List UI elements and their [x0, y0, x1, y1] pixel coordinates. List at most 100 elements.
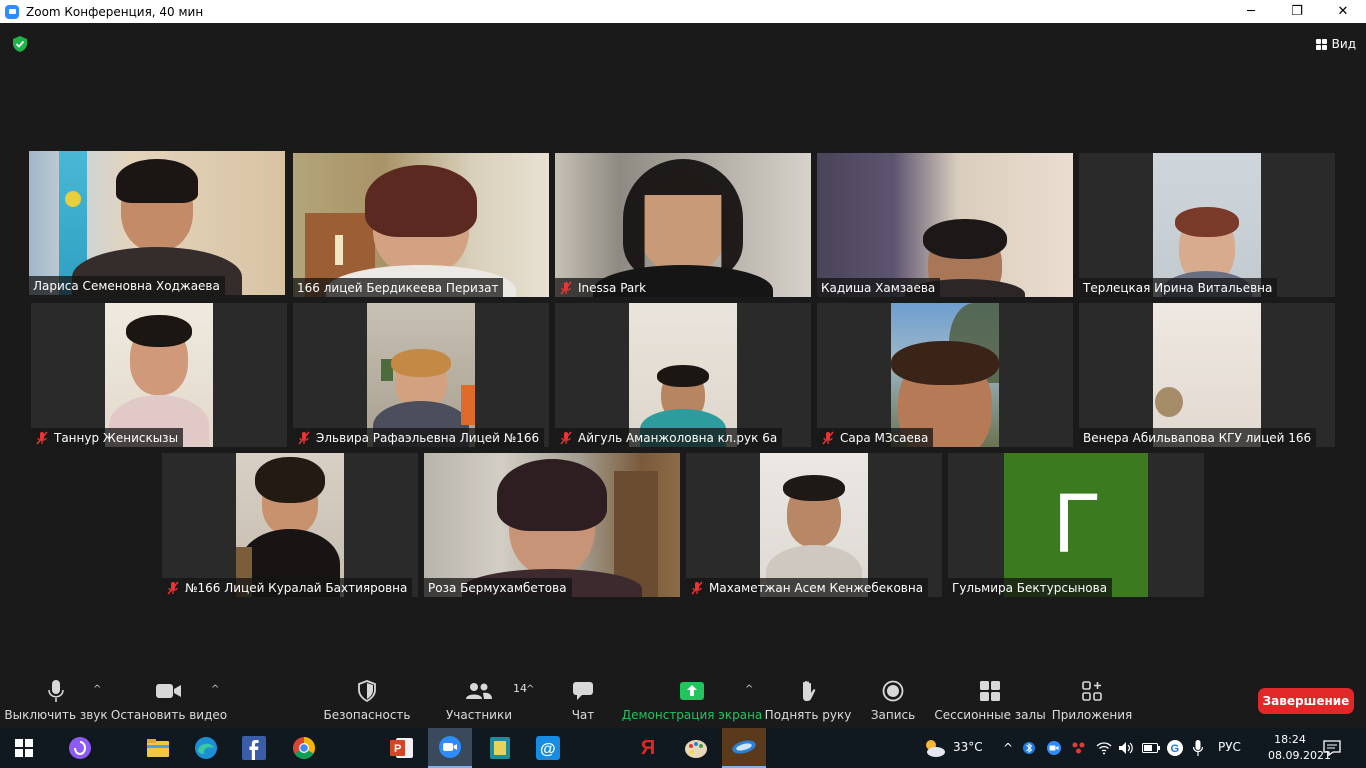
participant-tile[interactable]: Эльвира Рафаэльевна Лицей №166: [293, 303, 549, 447]
view-button[interactable]: Вид: [1315, 35, 1356, 53]
participant-video: [817, 153, 1073, 297]
microphone-tray-icon[interactable]: [1188, 736, 1208, 760]
participant-name-label: Кадиша Хамзаева: [817, 278, 941, 297]
security-button[interactable]: Безопасность: [324, 676, 411, 728]
mic-muted-icon: [298, 431, 310, 444]
participant-video: [1153, 153, 1261, 297]
participant-name-label: Сара МЗсаева: [817, 428, 934, 447]
participant-tile[interactable]: Роза Бермухамбетова: [424, 453, 680, 597]
minimize-button[interactable]: ─: [1228, 0, 1274, 23]
participant-video: [424, 453, 680, 597]
mic-muted-icon: [560, 281, 572, 294]
mic-muted-icon: [167, 581, 179, 594]
participants-options-chevron-icon[interactable]: ^: [526, 684, 534, 695]
share-options-chevron-icon[interactable]: ^: [745, 684, 753, 695]
tray-expand-chevron-icon[interactable]: ^: [996, 736, 1020, 760]
stop-video-button[interactable]: Остановить видео: [111, 676, 227, 728]
raise-hand-button[interactable]: Поднять руку: [764, 676, 852, 728]
microphone-icon: [48, 680, 64, 702]
video-options-chevron-icon[interactable]: ^: [211, 684, 219, 695]
participant-name: Таннур Женискызы: [54, 430, 179, 445]
participant-name-label: Роза Бермухамбетова: [424, 578, 572, 597]
record-button[interactable]: Запись: [868, 676, 918, 728]
participant-tile[interactable]: Венера Абильвапова КГУ лицей 166: [1079, 303, 1335, 447]
zoom-tray-icon[interactable]: [1044, 736, 1064, 760]
chat-button[interactable]: Чат: [562, 676, 604, 728]
participant-tile[interactable]: 166 лицей Бердикеева Перизат: [293, 153, 549, 297]
participant-name: Махаметжан Асем Кенжебековна: [709, 580, 924, 595]
clock-time: 18:24: [1274, 733, 1306, 746]
file-explorer-icon[interactable]: [146, 736, 170, 760]
app-icon[interactable]: [488, 736, 512, 760]
clock-date: 08.09.2021: [1268, 749, 1331, 762]
paint-palette-icon[interactable]: [684, 736, 708, 760]
maximize-button[interactable]: ❐: [1274, 0, 1320, 23]
breakout-rooms-button[interactable]: Сессионные залы: [934, 676, 1046, 728]
facebook-icon[interactable]: [242, 736, 266, 760]
volume-icon[interactable]: [1116, 736, 1136, 760]
audio-options-chevron-icon[interactable]: ^: [93, 684, 101, 695]
participant-name-label: Таннур Женискызы: [31, 428, 184, 447]
participant-tile[interactable]: Кадиша Хамзаева: [817, 153, 1073, 297]
participants-label: Участники: [445, 708, 513, 722]
participant-video: [367, 303, 475, 447]
participant-name: Роза Бермухамбетова: [428, 580, 567, 595]
participant-name: Венера Абильвапова КГУ лицей 166: [1083, 430, 1312, 445]
alice-assistant-icon[interactable]: [68, 736, 92, 760]
participant-tile[interactable]: Махаметжан Асем Кенжебековна: [686, 453, 942, 597]
clock[interactable]: 18:24 08.09.2021: [1268, 732, 1331, 764]
close-button[interactable]: ✕: [1320, 0, 1366, 23]
participant-video: [293, 153, 549, 297]
mail-app-icon[interactable]: @: [536, 736, 560, 760]
zoom-logo-icon: [5, 4, 19, 19]
tray-app-g-icon[interactable]: G: [1164, 736, 1186, 760]
participant-tile[interactable]: Сара МЗсаева: [817, 303, 1073, 447]
participant-tile[interactable]: Г Гульмира Бектурсынова: [948, 453, 1204, 597]
participant-avatar: Г: [1004, 453, 1148, 597]
participant-tile[interactable]: Inessa Park: [555, 153, 811, 297]
participant-video: [105, 303, 213, 447]
input-language[interactable]: РУС: [1218, 740, 1241, 754]
participant-tile[interactable]: Таннур Женискызы: [31, 303, 287, 447]
mute-button[interactable]: Выключить звук: [4, 676, 108, 728]
bluetooth-icon[interactable]: [1020, 736, 1038, 760]
participant-tile[interactable]: Лариса Семеновна Ходжаева: [29, 151, 285, 295]
participant-name: Inessa Park: [578, 280, 647, 295]
powerpoint-icon[interactable]: P: [390, 736, 414, 760]
tray-app-icon[interactable]: [1068, 736, 1090, 760]
record-label: Запись: [870, 708, 916, 722]
zoom-taskbar-icon[interactable]: [428, 728, 472, 768]
participant-name: Кадиша Хамзаева: [821, 280, 936, 295]
participant-video: [29, 151, 285, 295]
edge-browser-icon[interactable]: [194, 736, 218, 760]
video-camera-icon: [156, 684, 181, 698]
wifi-icon[interactable]: [1094, 736, 1114, 760]
active-app-icon[interactable]: [722, 728, 766, 768]
video-label: Остановить видео: [110, 708, 228, 722]
participant-tile[interactable]: Терлецкая Ирина Витальевна: [1079, 153, 1335, 297]
participants-button[interactable]: 14 Участники: [445, 676, 527, 728]
participant-tile[interactable]: Айгуль Аманжоловна кл.рук 6а: [555, 303, 811, 447]
participant-name-label: Терлецкая Ирина Витальевна: [1079, 278, 1278, 297]
participant-name: Сара МЗсаева: [840, 430, 929, 445]
notifications-icon[interactable]: [1320, 736, 1344, 760]
mic-muted-icon: [691, 581, 703, 594]
battery-icon[interactable]: [1140, 736, 1162, 760]
end-meeting-button[interactable]: Завершение: [1258, 688, 1354, 714]
participant-name: Терлецкая Ирина Витальевна: [1083, 280, 1273, 295]
chrome-browser-icon[interactable]: [292, 736, 316, 760]
participant-name: 166 лицей Бердикеева Перизат: [297, 280, 499, 295]
participants-count: 14: [513, 682, 527, 695]
share-screen-button[interactable]: Демонстрация экрана: [622, 676, 762, 728]
weather-icon[interactable]: [922, 736, 946, 760]
participant-tile[interactable]: №166 Лицей Куралай Бахтияровна: [162, 453, 418, 597]
apps-button[interactable]: Приложения: [1052, 676, 1132, 728]
raised-hand-icon: [803, 680, 816, 701]
encryption-shield-icon[interactable]: [11, 35, 29, 53]
participant-name: Эльвира Рафаэльевна Лицей №166: [316, 430, 540, 445]
weather-temperature[interactable]: 33°C: [953, 740, 983, 754]
raise-hand-label: Поднять руку: [764, 708, 852, 722]
window-title: Zoom Конференция, 40 мин: [26, 4, 204, 19]
windows-start-icon[interactable]: [12, 736, 36, 760]
yandex-browser-icon[interactable]: Я: [636, 736, 660, 760]
